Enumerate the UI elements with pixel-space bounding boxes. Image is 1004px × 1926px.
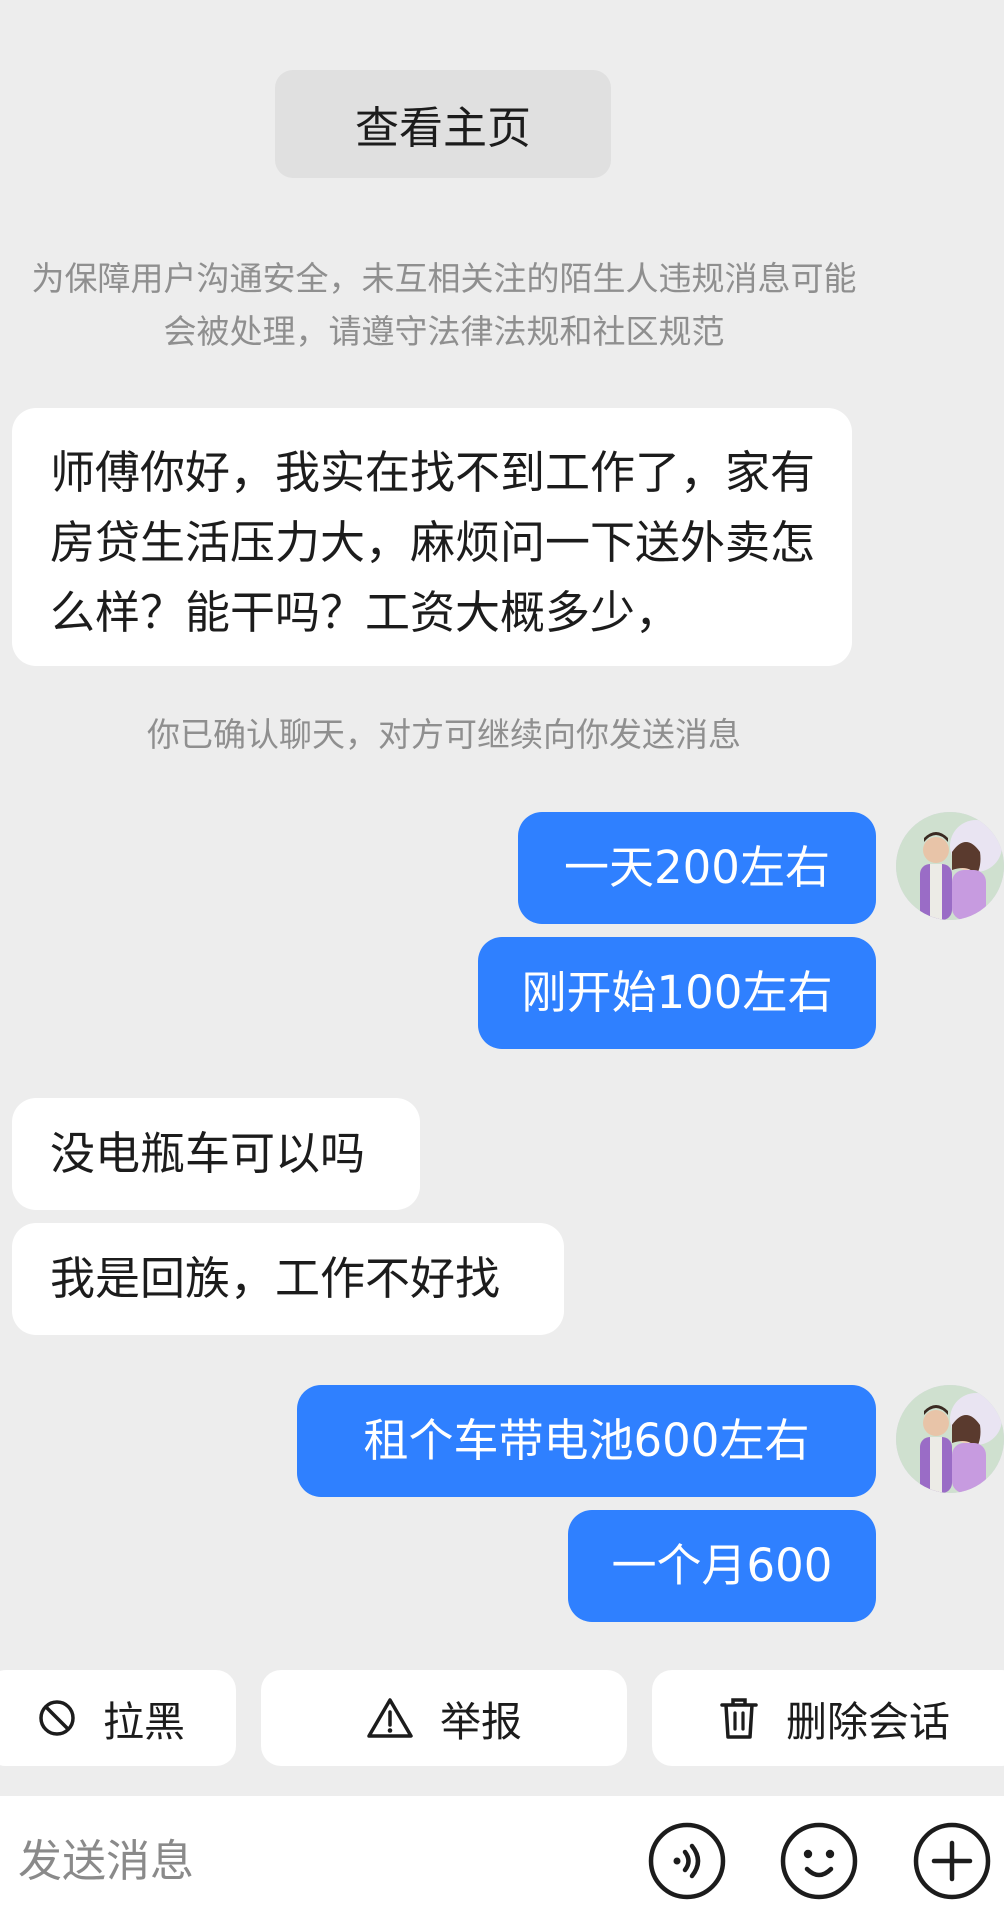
warning-icon <box>367 1698 413 1738</box>
report-label: 举报 <box>440 1698 522 1746</box>
report-button[interactable]: 举报 <box>261 1670 627 1766</box>
outgoing-message[interactable]: 租个车带电池600左右 <box>297 1385 876 1497</box>
emoji-button[interactable] <box>779 1821 859 1901</box>
message-text: 一天200左右 <box>564 841 830 894</box>
message-text: 一个月600 <box>611 1539 833 1592</box>
message-composer <box>0 1796 1004 1926</box>
avatar[interactable] <box>896 1385 1004 1493</box>
message-text: 刚开始100左右 <box>521 966 833 1019</box>
outgoing-message[interactable]: 刚开始100左右 <box>478 937 876 1049</box>
avatar[interactable] <box>896 812 1004 920</box>
trash-icon <box>720 1698 758 1739</box>
block-icon <box>39 1700 75 1736</box>
message-text: 租个车带电池600左右 <box>363 1414 810 1467</box>
plus-icon <box>913 1822 991 1900</box>
message-text: 我是回族，工作不好找 <box>50 1252 501 1305</box>
block-button[interactable]: 拉黑 <box>0 1670 236 1766</box>
message-input[interactable] <box>18 1826 618 1896</box>
message-text: 没电瓶车可以吗 <box>50 1127 366 1180</box>
emoji-icon <box>780 1822 858 1900</box>
view-profile-button[interactable]: 查看主页 <box>275 70 611 178</box>
delete-conversation-button[interactable]: 删除会话 <box>652 1670 1004 1766</box>
voice-icon <box>648 1822 726 1900</box>
outgoing-message[interactable]: 一天200左右 <box>518 812 876 924</box>
avatar-image <box>896 1385 1004 1493</box>
avatar-image <box>896 812 1004 920</box>
incoming-message[interactable]: 没电瓶车可以吗 <box>12 1098 420 1210</box>
safety-notice: 为保障用户沟通安全，未互相关注的陌生人违规消息可能 会被处理，请遵守法律法规和社… <box>0 252 894 358</box>
delete-label: 删除会话 <box>786 1698 950 1746</box>
incoming-message[interactable]: 我是回族，工作不好找 <box>12 1223 564 1335</box>
plus-button[interactable] <box>912 1821 992 1901</box>
outgoing-message[interactable]: 一个月600 <box>568 1510 876 1622</box>
chat-confirmed-notice: 你已确认聊天，对方可继续向你发送消息 <box>147 715 741 754</box>
safety-notice-line: 会被处理，请遵守法律法规和社区规范 <box>163 312 725 351</box>
safety-notice-line: 为保障用户沟通安全，未互相关注的陌生人违规消息可能 <box>31 259 857 298</box>
block-label: 拉黑 <box>103 1698 185 1746</box>
message-text: 师傅你好，我实在找不到工作了，家有房贷生活压力大，麻烦问一下送外卖怎么样？能干吗… <box>50 446 816 639</box>
incoming-message[interactable]: 师傅你好，我实在找不到工作了，家有房贷生活压力大，麻烦问一下送外卖怎么样？能干吗… <box>12 408 852 666</box>
voice-button[interactable] <box>647 1821 727 1901</box>
